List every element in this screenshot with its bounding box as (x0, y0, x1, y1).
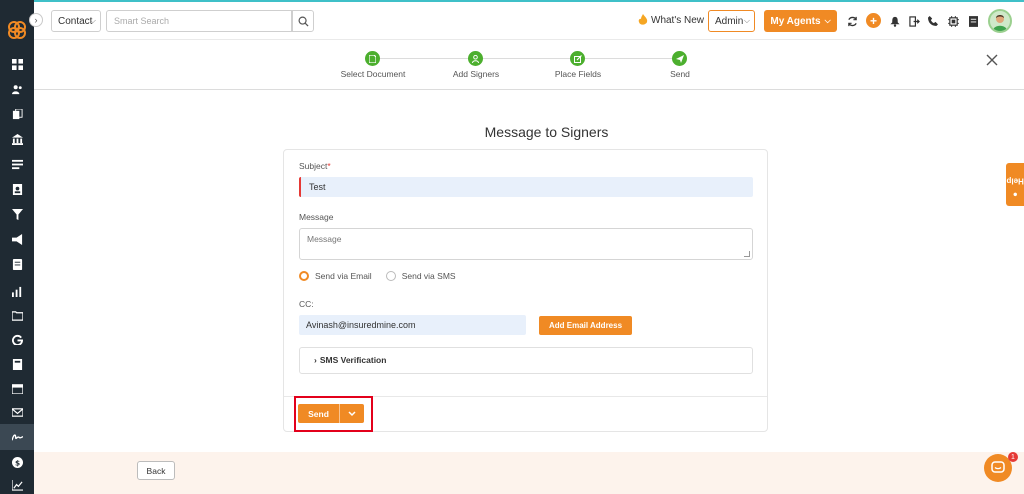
search-button[interactable] (292, 10, 314, 32)
mail-icon[interactable] (9, 404, 25, 420)
clipboard-icon[interactable] (9, 256, 25, 272)
send-via-email-radio[interactable] (299, 271, 309, 281)
contact-card-icon[interactable] (9, 181, 25, 197)
step-place-fields-dot[interactable] (570, 51, 585, 66)
bar-chart-icon[interactable] (9, 283, 25, 299)
send-via-sms-label[interactable]: Send via SMS (402, 271, 456, 281)
app-logo[interactable] (7, 20, 27, 40)
highlight-annotation (294, 396, 373, 432)
step-label: Add Signers (452, 69, 500, 79)
footer-bar: Back (34, 452, 1024, 494)
chevron-right-icon: › (34, 15, 38, 25)
app-root: $ › Contact ⌵ What's New Admin ⌵ My Agen… (0, 0, 1024, 494)
subject-label-text: Subject (299, 161, 328, 171)
folder-icon[interactable] (9, 307, 25, 323)
sms-verification-accordion[interactable]: › SMS Verification (299, 347, 753, 374)
progress-stepper: Select Document Add Signers Place Fields… (34, 40, 1024, 90)
phone-icon[interactable] (926, 14, 940, 28)
top-header: Contact ⌵ What's New Admin ⌵ My Agents ⌵… (34, 2, 1024, 40)
chevron-down-icon: ⌵ (743, 16, 750, 25)
refresh-icon[interactable] (845, 14, 859, 28)
document-icon (369, 54, 376, 63)
bank-icon[interactable] (9, 131, 25, 147)
megaphone-icon[interactable] (9, 231, 25, 247)
send-via-email-label[interactable]: Send via Email (315, 271, 372, 281)
fire-icon (638, 14, 648, 25)
subject-label: Subject* (299, 161, 331, 171)
bell-icon[interactable] (888, 14, 902, 28)
step-connector (379, 58, 469, 59)
add-email-address-button[interactable]: Add Email Address (539, 316, 632, 335)
step-label: Send (670, 69, 690, 79)
send-via-sms-radio[interactable] (385, 271, 396, 281)
dollar-icon[interactable]: $ (9, 454, 25, 470)
chip-icon[interactable] (946, 14, 960, 28)
dashboard-icon[interactable] (9, 56, 25, 72)
role-select[interactable]: Admin ⌵ (708, 10, 755, 32)
chevron-right-icon: › (314, 355, 317, 365)
sms-verification-label: SMS Verification (319, 355, 387, 365)
calendar-icon[interactable] (9, 380, 25, 396)
user-icon (472, 54, 479, 63)
signature-icon[interactable] (9, 429, 25, 445)
logout-icon[interactable] (907, 14, 921, 28)
my-agents-label: My Agents (770, 15, 821, 27)
step-connector (585, 58, 675, 59)
page-title: Message to Signers (484, 124, 609, 140)
edit-icon (573, 54, 582, 63)
whats-new-label: What's New (651, 14, 705, 26)
sidebar: $ (0, 0, 34, 494)
chevron-down-icon: ⌵ (89, 16, 96, 25)
resize-handle[interactable] (744, 251, 750, 257)
search-icon (298, 16, 309, 27)
required-marker: * (327, 161, 331, 171)
step-connector (482, 58, 572, 59)
message-textarea[interactable]: Message (299, 228, 753, 260)
trend-chart-icon[interactable] (9, 477, 25, 493)
users-icon[interactable] (9, 81, 25, 97)
my-agents-button[interactable]: My Agents ⌵ (764, 10, 837, 32)
help-tab[interactable]: ● Help (1006, 163, 1024, 206)
cc-label: CC: (299, 299, 314, 309)
document-icon[interactable] (966, 14, 980, 28)
filter-icon[interactable] (9, 206, 25, 222)
step-send-dot[interactable] (672, 51, 687, 66)
chat-notification-badge: 1 (1008, 452, 1018, 462)
google-icon[interactable] (9, 331, 25, 347)
help-text: Help (1006, 176, 1024, 186)
smart-search-input[interactable] (106, 10, 292, 32)
add-new-button[interactable]: + (866, 13, 881, 28)
calculator-icon[interactable] (9, 356, 25, 372)
plus-icon: + (869, 13, 877, 28)
delivery-options: Send via Email Send via SMS (299, 271, 456, 281)
message-label: Message (299, 212, 334, 222)
step-select-document-dot[interactable] (365, 51, 380, 66)
back-button[interactable]: Back (137, 461, 175, 480)
chat-icon (991, 461, 1005, 473)
message-placeholder: Message (307, 234, 342, 244)
cc-email-input[interactable]: Avinash@insuredmine.com (299, 315, 526, 335)
svg-text:$: $ (14, 458, 19, 467)
step-label: Select Document (340, 69, 406, 79)
documents-icon[interactable] (9, 106, 25, 122)
send-icon (675, 54, 684, 63)
main-content: Message to Signers Subject* Test Message… (34, 90, 1024, 494)
contact-type-select[interactable]: Contact ⌵ (51, 10, 101, 32)
step-add-signers-dot[interactable] (468, 51, 483, 66)
chevron-down-icon: ⌵ (824, 16, 831, 25)
role-select-value: Admin (715, 15, 744, 27)
sidebar-collapse-button[interactable]: › (29, 13, 43, 27)
list-icon[interactable] (9, 156, 25, 172)
contact-select-value: Contact (58, 15, 93, 27)
whats-new-link[interactable]: What's New (638, 14, 704, 26)
message-form-card: Subject* Test Message Message Send via E… (283, 149, 768, 432)
user-avatar[interactable] (988, 9, 1012, 33)
step-label: Place Fields (554, 69, 602, 79)
help-label: ● Help (1006, 176, 1024, 197)
close-icon[interactable] (985, 53, 999, 67)
subject-input[interactable]: Test (299, 177, 753, 197)
